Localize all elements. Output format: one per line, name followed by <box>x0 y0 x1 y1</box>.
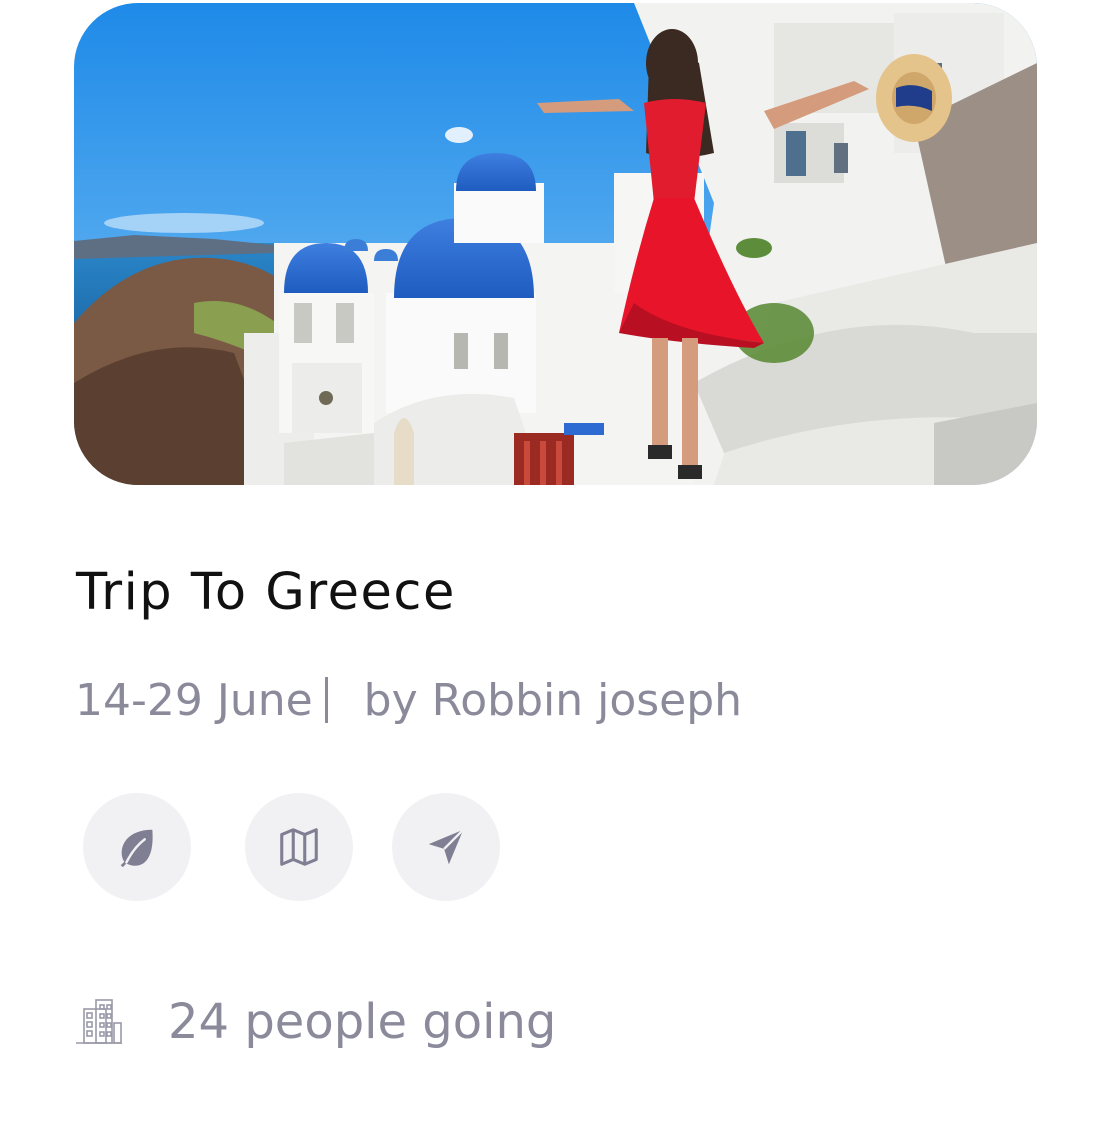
send-button[interactable] <box>392 793 500 901</box>
attendance-row: 24 people going <box>74 986 556 1058</box>
trip-organizer[interactable]: by Robbin joseph <box>364 675 742 726</box>
trip-dates: 14-29 June <box>75 674 313 726</box>
meta-divider <box>324 677 328 723</box>
leaf-button[interactable] <box>83 793 191 901</box>
trip-photo <box>74 3 1037 485</box>
trip-title: Trip To Greece <box>76 563 456 622</box>
trip-card[interactable]: Trip To Greece 14-29 June by Robbin jose… <box>0 0 1108 1147</box>
map-button[interactable] <box>245 793 353 901</box>
santorini-illustration <box>74 3 1037 485</box>
map-icon <box>280 828 318 866</box>
attendance-count: 24 people going <box>168 994 557 1050</box>
trip-meta: 14-29 June by Robbin joseph <box>75 670 742 730</box>
send-icon <box>428 828 465 865</box>
building-icon <box>76 999 122 1044</box>
leaf-icon <box>120 829 153 868</box>
